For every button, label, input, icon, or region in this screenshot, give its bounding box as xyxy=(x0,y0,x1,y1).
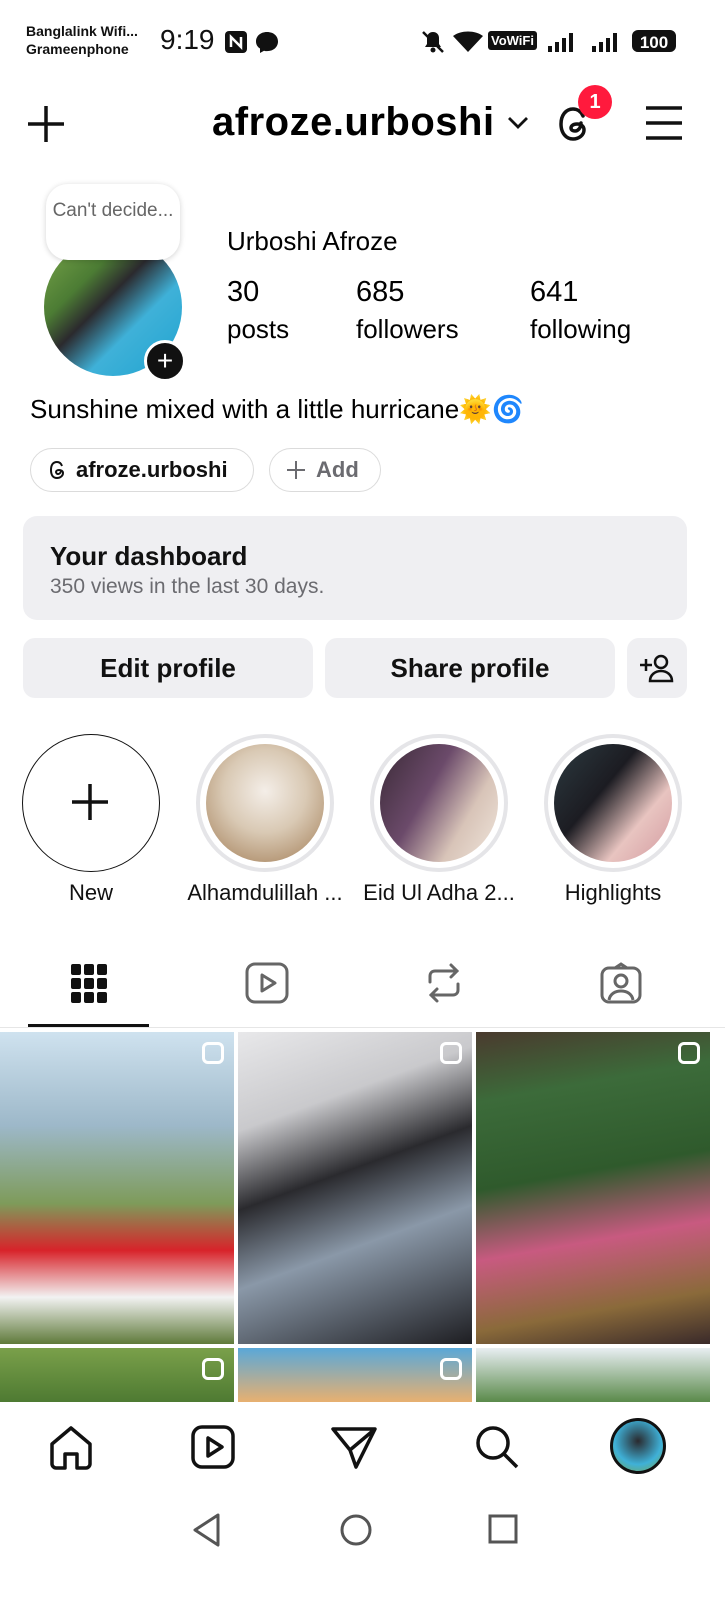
post-thumbnail[interactable] xyxy=(238,1348,472,1402)
highlight-highlights[interactable] xyxy=(544,734,682,872)
add-link-chip[interactable]: Add xyxy=(269,448,381,492)
share-profile-button[interactable]: Share profile xyxy=(325,638,615,698)
post-thumbnail[interactable] xyxy=(238,1032,472,1344)
wifi-icon xyxy=(453,31,483,52)
post-thumbnail[interactable] xyxy=(476,1032,710,1344)
highlight-label-highlights: Highlights xyxy=(564,880,662,905)
home-icon[interactable] xyxy=(48,1424,94,1470)
add-story-plus-icon[interactable]: + xyxy=(144,340,186,382)
highlight-label-eid: Eid Ul Adha 2... xyxy=(363,880,515,905)
add-person-icon xyxy=(640,654,674,683)
carrier-2: Grameenphone xyxy=(26,41,129,57)
recents-icon[interactable] xyxy=(486,1512,520,1546)
back-icon[interactable] xyxy=(190,1512,224,1548)
active-tab-indicator xyxy=(28,1024,149,1027)
multi-post-icon xyxy=(202,1358,224,1380)
carrier-info: Banglalink Wifi... Grameenphone xyxy=(26,22,138,58)
threads-icon xyxy=(49,460,65,480)
reposts-icon[interactable] xyxy=(424,962,464,1004)
account-switcher[interactable]: afroze.urboshi xyxy=(212,100,495,145)
profile-tab-avatar[interactable] xyxy=(610,1418,666,1474)
followers-label[interactable]: followers xyxy=(356,314,459,345)
threads-link-chip[interactable]: afroze.urboshi xyxy=(30,448,254,492)
grid-icon[interactable] xyxy=(70,962,108,1004)
multi-post-icon xyxy=(202,1042,224,1064)
full-name: Urboshi Afroze xyxy=(227,226,398,256)
highlight-cover xyxy=(554,744,672,862)
reels-tab-icon[interactable] xyxy=(245,962,289,1004)
edit-profile-button[interactable]: Edit profile xyxy=(23,638,313,698)
bio-text: Sunshine mixed with a little hurricane🌞🌀 xyxy=(30,394,524,424)
tagged-icon[interactable] xyxy=(600,962,642,1004)
tab-divider xyxy=(0,1027,725,1028)
clock: 9:19 xyxy=(160,24,215,55)
posts-count[interactable]: 30 xyxy=(227,276,259,309)
direct-icon[interactable] xyxy=(330,1424,378,1470)
highlight-eid[interactable] xyxy=(370,734,508,872)
multi-post-icon xyxy=(678,1042,700,1064)
post-thumbnail[interactable] xyxy=(0,1032,234,1344)
plus-icon xyxy=(72,784,108,820)
reels-icon[interactable] xyxy=(190,1424,236,1470)
highlight-cover xyxy=(380,744,498,862)
home-button-icon[interactable] xyxy=(338,1512,374,1548)
multi-post-icon xyxy=(440,1042,462,1064)
discover-people-button[interactable] xyxy=(627,638,687,698)
threads-link-label: afroze.urboshi xyxy=(76,457,228,482)
following-label[interactable]: following xyxy=(530,314,631,345)
carrier-1: Banglalink Wifi... xyxy=(26,23,138,39)
vowifi-label: VoWiFi xyxy=(488,31,537,50)
plus-icon xyxy=(287,461,305,479)
add-link-label: Add xyxy=(316,457,359,482)
followers-count[interactable]: 685 xyxy=(356,276,404,309)
messenger-icon xyxy=(256,32,278,53)
highlight-label-new: New xyxy=(68,880,113,905)
signal-icon xyxy=(548,33,573,52)
highlight-alhamdulillah[interactable] xyxy=(196,734,334,872)
post-thumbnail[interactable] xyxy=(0,1348,234,1402)
dashboard-title: Your dashboard xyxy=(50,541,248,571)
following-count[interactable]: 641 xyxy=(530,276,578,309)
create-plus-icon[interactable] xyxy=(26,104,66,144)
nfc-icon xyxy=(225,31,247,53)
battery-indicator: 100 xyxy=(632,30,676,52)
new-highlight-button[interactable] xyxy=(22,734,160,872)
post-thumbnail[interactable] xyxy=(476,1348,710,1402)
mute-icon xyxy=(422,31,444,53)
highlight-cover xyxy=(206,744,324,862)
threads-notification-badge: 1 xyxy=(578,85,612,119)
menu-icon[interactable] xyxy=(644,104,684,142)
note-bubble[interactable]: Can't decide... xyxy=(46,184,180,260)
search-icon[interactable] xyxy=(474,1424,520,1470)
multi-post-icon xyxy=(440,1358,462,1380)
highlight-label-alhamdulillah: Alhamdulillah ... xyxy=(187,880,343,905)
posts-label[interactable]: posts xyxy=(227,314,289,345)
chevron-down-icon[interactable] xyxy=(507,116,529,130)
signal-2-icon xyxy=(592,33,617,52)
dashboard-subtitle: 350 views in the last 30 days. xyxy=(50,575,325,598)
